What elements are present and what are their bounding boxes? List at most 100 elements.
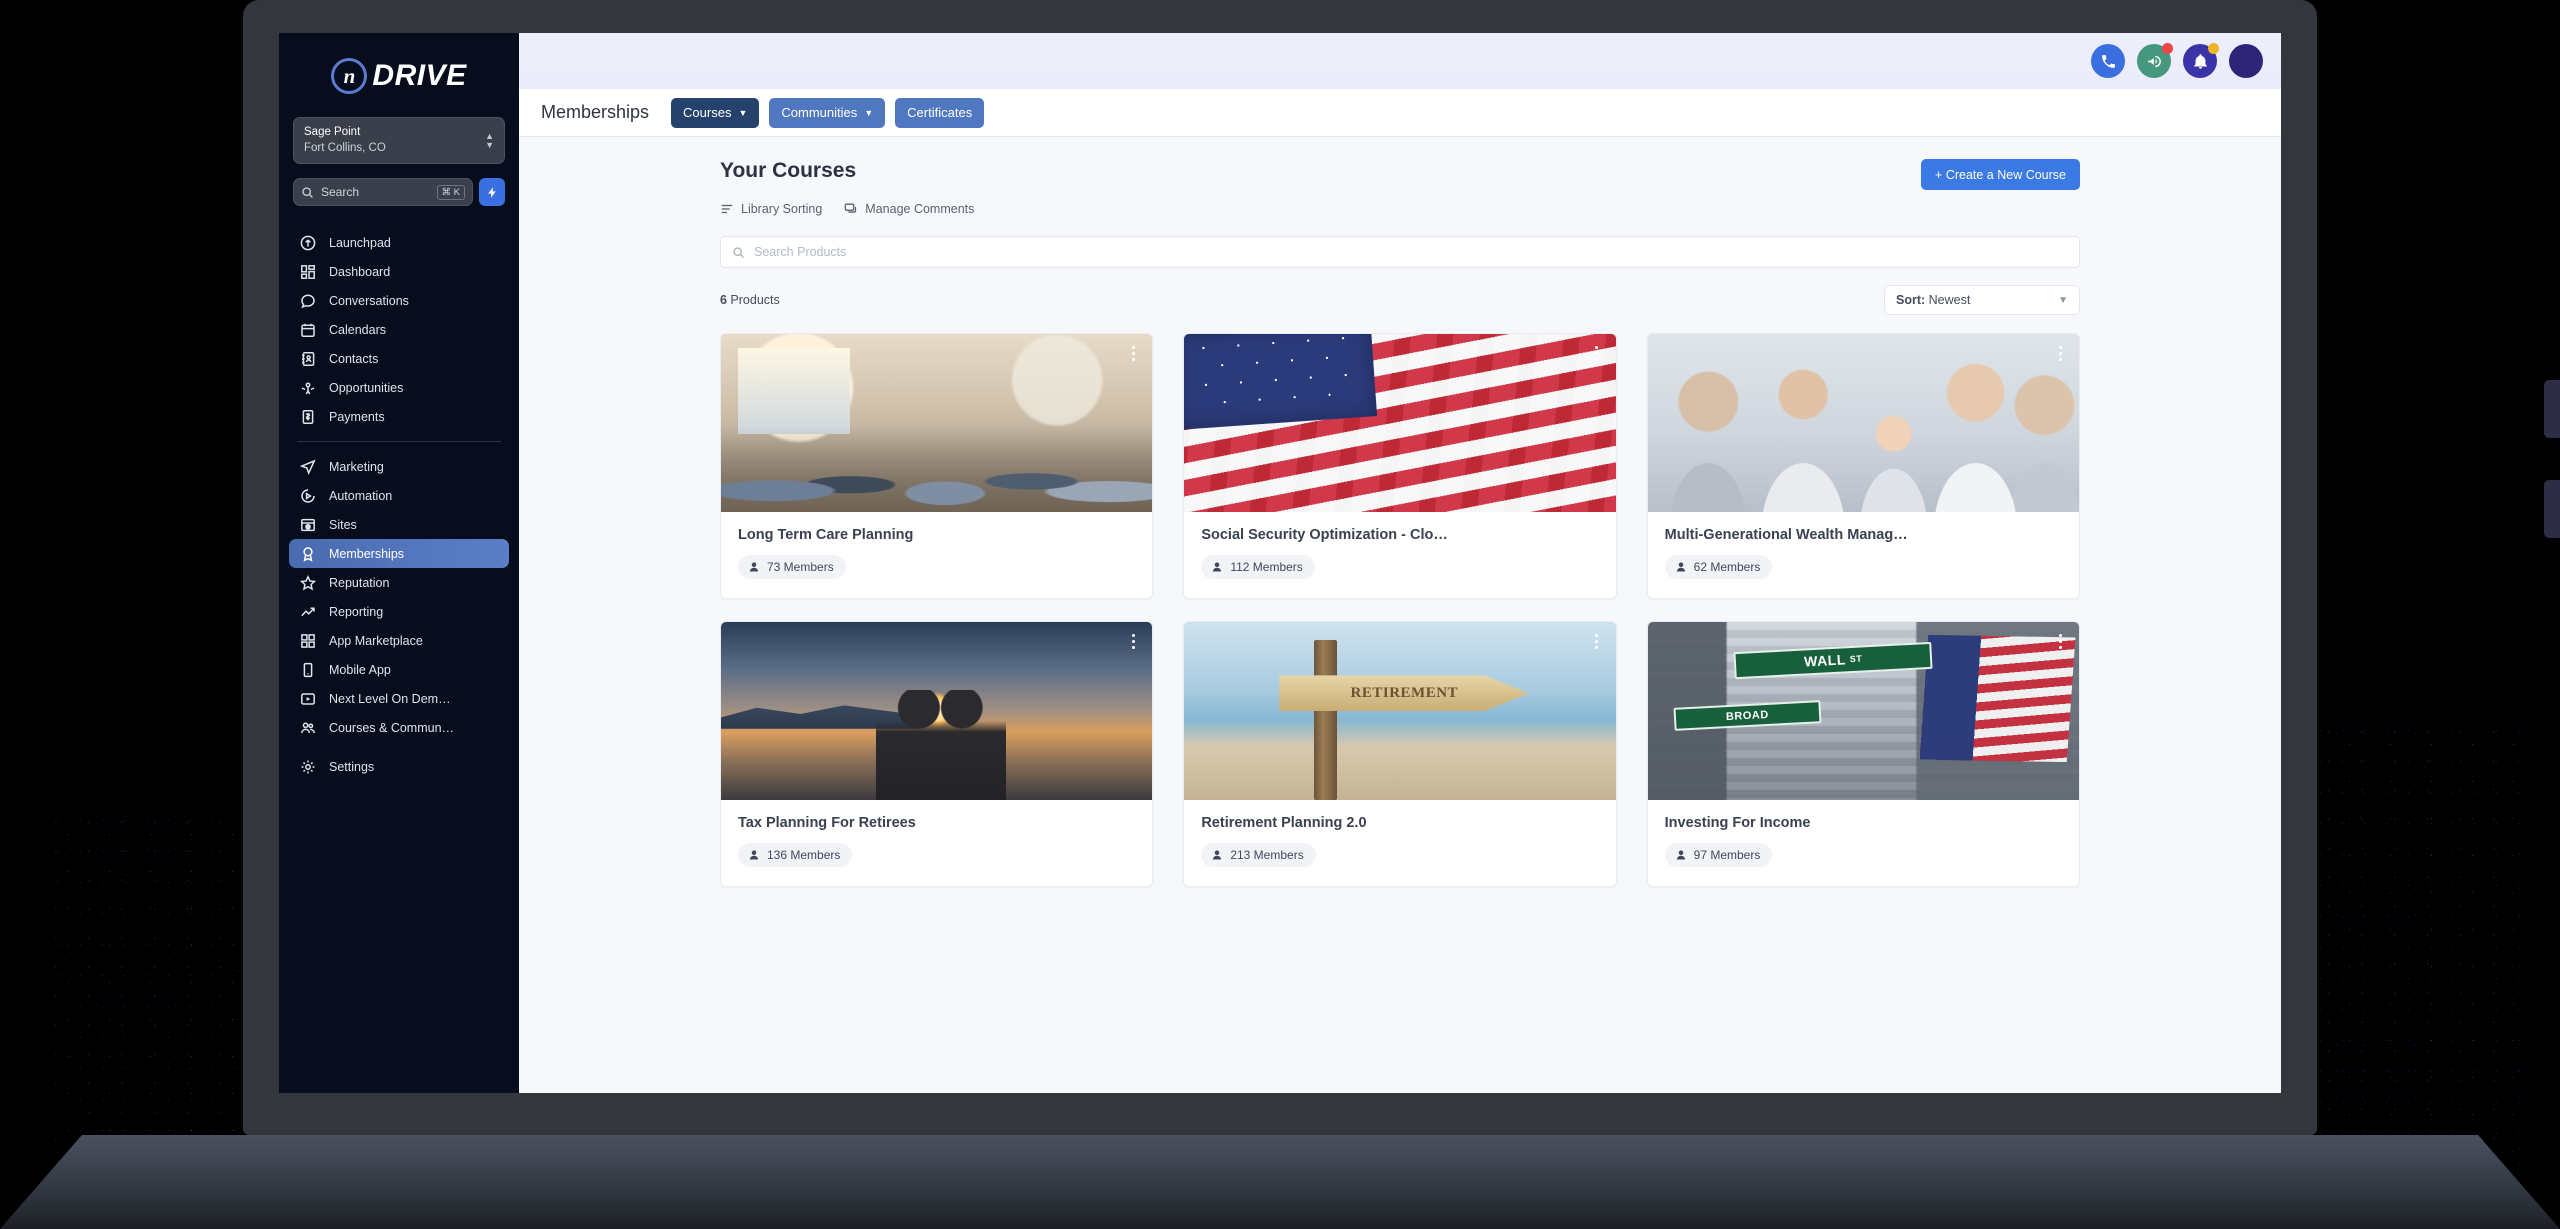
comments-icon [844,203,857,213]
course-options-menu-icon[interactable] [1588,630,1606,652]
course-options-menu-icon[interactable] [2051,630,2069,652]
course-card-body: Investing For Income 97 Members [1648,800,2079,886]
course-members-count: 73 Members [767,560,834,574]
sidebar-item-payments[interactable]: Payments [289,402,509,431]
sidebar-item-next-level-on-dem[interactable]: Next Level On Dem… [289,684,509,713]
sidebar-item-launchpad[interactable]: Launchpad [289,228,509,257]
tab-certificates[interactable]: Certificates [895,97,985,128]
sidebar-item-opportunities[interactable]: Opportunities [289,373,509,402]
sidebar-item-label: Marketing [329,459,384,474]
sidebar-divider [297,441,501,443]
sidebar-item-label: Dashboard [329,264,391,279]
search-products-placeholder: Search Products [754,245,847,259]
sort-lines-icon [721,204,733,214]
sidebar-item-label: Sites [329,517,357,532]
course-card-body: Long Term Care Planning 73 Members [721,512,1152,598]
sort-dropdown[interactable]: Sort: Newest ▼ [1884,285,2080,315]
sort-value: Sort: Newest [1896,293,1970,307]
megaphone-icon[interactable] [2137,43,2173,78]
course-members-count: 62 Members [1693,560,1761,574]
course-options-menu-icon[interactable] [1124,630,1142,652]
laptop-mockup: n DRIVE Sage Point Fort Collins, CO ▲▼ [0,0,2560,1229]
brand-wordmark: DRIVE [372,59,467,92]
course-thumbnail: RETIREMENT [1184,622,1616,800]
sidebar-item-settings[interactable]: Settings [289,752,509,781]
sidebar-item-courses-commun[interactable]: Courses & Commun… [289,713,509,742]
avatar[interactable] [2229,44,2263,78]
sidebar-item-calendars[interactable]: Calendars [289,315,509,344]
course-card[interactable]: Multi-Generational Wealth Manag… 62 Membe… [1646,333,2080,599]
tab-label: Communities [781,105,858,120]
bell-icon[interactable] [2183,43,2219,78]
sidebar-item-label: App Marketplace [329,633,423,648]
org-switcher[interactable]: Sage Point Fort Collins, CO ▲ ▼ [293,117,505,165]
course-members-badge: 62 Members [1664,555,1773,579]
payments-icon [299,408,316,425]
person-icon [1676,850,1685,860]
tab-communities[interactable]: Communities ▼ [769,97,886,128]
sidebar-item-label: Reputation [329,575,390,590]
product-count-label: Products [726,293,780,307]
course-members-count: 136 Members [767,848,841,862]
course-title: Investing For Income [1664,815,1811,831]
course-members-badge: 73 Members [738,555,846,579]
topbar [519,33,2281,89]
library-sorting-link[interactable]: Library Sorting [720,202,822,216]
sidebar-item-dashboard[interactable]: Dashboard [289,257,509,286]
manage-comments-link[interactable]: Manage Comments [844,202,974,216]
course-thumbnail-image: WALL ST BROAD [1647,622,2079,800]
course-thumbnail: WALL ST BROAD [1647,622,2079,800]
course-card[interactable]: WALL ST BROAD Investing For Income 97 Member… [1646,621,2080,887]
sidebar-item-label: Payments [329,409,385,424]
sidebar-item-memberships[interactable]: Memberships [289,539,509,569]
create-new-course-button[interactable]: + Create a New Course [1921,159,2080,190]
calendar-icon [299,321,316,338]
lightning-bolt-icon [487,186,496,198]
scene: n DRIVE Sage Point Fort Collins, CO ▲▼ [0,0,2560,1229]
course-options-menu-icon[interactable] [2051,342,2069,364]
tab-courses[interactable]: Courses ▼ [671,97,760,128]
video-icon [299,690,316,707]
course-title: Tax Planning For Retirees [738,815,916,831]
course-card[interactable]: Long Term Care Planning 73 Members [720,333,1154,599]
phone-icon[interactable] [2091,44,2125,78]
sidebar-item-reporting[interactable]: Reporting [289,597,509,626]
person-icon [749,850,759,860]
section-heading: Your Courses [720,159,857,182]
quick-actions-button[interactable] [479,178,505,207]
sidebar-search-input[interactable]: Search ⌘ K [293,178,473,207]
sidebar-item-reputation[interactable]: Reputation [289,568,509,597]
person-icon [749,562,759,572]
course-options-menu-icon[interactable] [1124,342,1142,364]
sidebar-item-label: Automation [329,488,393,503]
person-icon [1213,562,1222,572]
sidebar-item-marketing[interactable]: Marketing [289,452,509,481]
search-icon [733,246,744,258]
course-card[interactable]: Tax Planning For Retirees 136 Members [720,621,1154,887]
sidebar-item-app-marketplace[interactable]: App Marketplace [289,626,509,655]
course-thumbnail-image [1184,334,1616,512]
sidebar-item-contacts[interactable]: Contacts [289,344,509,373]
sidebar-item-automation[interactable]: Automation [289,481,509,510]
automation-icon [299,487,316,504]
course-thumbnail [1647,334,2079,512]
course-card[interactable]: Social Security Optimization - Clo… 112 M… [1183,333,1617,599]
chevron-down-icon: ▼ [2058,294,2068,306]
sidebar-item-sites[interactable]: Sites [289,510,509,539]
sidebar-item-label: Mobile App [329,662,391,677]
course-members-badge: 213 Members [1201,843,1316,867]
sidebar-item-mobile-app[interactable]: Mobile App [289,655,509,684]
course-options-menu-icon[interactable] [1588,342,1606,364]
org-switcher-caret-icon: ▲ ▼ [485,131,494,150]
course-card[interactable]: RETIREMENT Retirement Planning 2.0 213 Mem… [1183,621,1617,887]
rocket-icon [299,234,316,251]
product-count: 6 Products [720,293,780,307]
sidebar-item-conversations[interactable]: Conversations [289,286,509,315]
brand-logo[interactable]: n DRIVE [279,33,519,111]
course-members-badge: 97 Members [1664,843,1773,867]
search-products-input[interactable]: Search Products [720,236,2080,268]
course-card-body: Tax Planning For Retirees 136 Members [721,800,1152,886]
sidebar-search-shortcut: ⌘ K [436,184,465,200]
course-thumbnail [721,622,1153,800]
sidebar-nav: Launchpad Dashboard Conversations Calendars… [279,228,519,1089]
